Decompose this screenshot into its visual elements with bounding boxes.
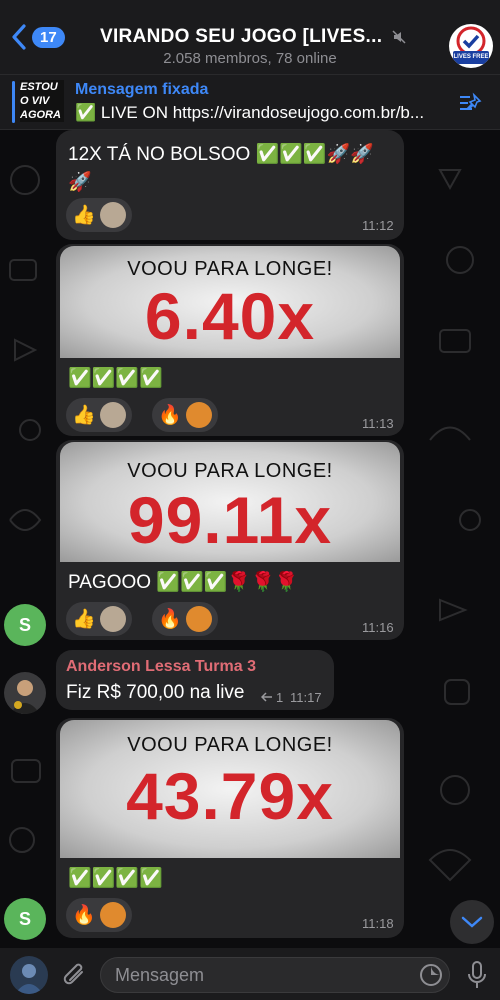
message-text: ✅✅✅✅ bbox=[68, 368, 163, 389]
reaction-emoji: 👍 bbox=[72, 609, 96, 630]
message-bubble[interactable]: Anderson Lessa Turma 3 Fiz R$ 700,00 na … bbox=[56, 650, 334, 710]
reaction-chip[interactable]: 👍 bbox=[66, 398, 132, 432]
chat-subtitle: 2.058 membros, 78 online bbox=[163, 50, 337, 67]
sender-avatar[interactable]: S bbox=[4, 604, 46, 646]
pinned-text: ✅ LIVE ON https://virandoseujogo.com.br/… bbox=[75, 103, 425, 122]
back-button[interactable]: 17 bbox=[8, 22, 65, 52]
message-text: Fiz R$ 700,00 na live bbox=[66, 682, 245, 703]
unread-count-badge: 17 bbox=[32, 26, 65, 48]
sticker-icon[interactable] bbox=[418, 962, 444, 988]
reply-icon bbox=[261, 692, 272, 702]
group-avatar-label: LIVES FREE bbox=[453, 54, 489, 60]
reaction-chip[interactable]: 🔥 bbox=[152, 398, 218, 432]
message-text: ✅✅✅✅ bbox=[68, 868, 163, 889]
pinned-message-bar[interactable]: ESTOU O VIV AGORA Mensagem fixada ✅ LIVE… bbox=[0, 74, 500, 130]
reaction-emoji: 🔥 bbox=[158, 405, 182, 426]
pinned-thumb-line: ESTOU bbox=[20, 81, 58, 93]
message-input[interactable] bbox=[100, 957, 450, 993]
microphone-icon[interactable] bbox=[466, 960, 488, 990]
message-bubble[interactable]: VOOU PARA LONGE! 99.11x PAGOOO ✅✅✅🌹🌹🌹 👍 … bbox=[56, 440, 404, 640]
reaction-emoji: 🔥 bbox=[158, 609, 182, 630]
reactor-avatar bbox=[99, 902, 126, 928]
media-multiplier: 99.11x bbox=[127, 483, 333, 557]
message-text: 12X TÁ NO BOLSOO ✅✅✅🚀🚀 bbox=[68, 144, 374, 165]
person-photo-icon bbox=[10, 680, 40, 714]
paperclip-icon[interactable] bbox=[62, 962, 88, 990]
chat-title: VIRANDO SEU JOGO [LIVES... bbox=[100, 26, 383, 47]
group-avatar[interactable]: LIVES FREE bbox=[449, 24, 493, 68]
reactor-avatar bbox=[99, 606, 126, 632]
media-multiplier: 43.79x bbox=[126, 759, 334, 833]
my-avatar[interactable] bbox=[10, 956, 48, 994]
pinned-list-icon[interactable] bbox=[458, 91, 484, 115]
media-image[interactable]: VOOU PARA LONGE! 99.11x bbox=[60, 442, 400, 562]
message-time: 11:17 bbox=[290, 690, 322, 705]
pinned-thumb-line: O VIV bbox=[20, 95, 50, 107]
reaction-emoji: 👍 bbox=[72, 205, 96, 226]
reaction-chip[interactable]: 👍 bbox=[66, 198, 132, 232]
media-title: VOOU PARA LONGE! bbox=[127, 460, 333, 482]
reaction-chip[interactable]: 🔥 bbox=[66, 898, 132, 932]
message-bubble[interactable]: VOOU PARA LONGE! 6.40x ✅✅✅✅ 👍 🔥 11:13 bbox=[56, 244, 404, 436]
reaction-emoji: 🔥 bbox=[72, 905, 96, 926]
message-time: 11:12 bbox=[362, 218, 394, 233]
message-bubble[interactable]: VOOU PARA LONGE! 43.79x ✅✅✅✅ 🔥 11:18 bbox=[56, 718, 404, 938]
reaction-chip[interactable]: 👍 bbox=[66, 602, 132, 636]
reaction-emoji: 👍 bbox=[72, 405, 96, 426]
reactor-avatar bbox=[99, 202, 126, 228]
message-text: PAGOOO ✅✅✅🌹🌹🌹 bbox=[68, 572, 299, 593]
sender-avatar[interactable]: S bbox=[4, 898, 46, 940]
pinned-thumb-line: AGORA bbox=[20, 109, 61, 121]
reaction-chip[interactable]: 🔥 bbox=[152, 602, 218, 636]
chevron-down-icon bbox=[461, 916, 483, 928]
user-avatar-icon bbox=[15, 964, 43, 994]
chat-header: 17 VIRANDO SEU JOGO [LIVES... 2.058 memb… bbox=[0, 0, 500, 74]
message-time: 11:13 bbox=[362, 416, 394, 431]
message-bubble[interactable]: 12X TÁ NO BOLSOO ✅✅✅🚀🚀 🚀 👍 11:12 bbox=[56, 130, 404, 240]
reply-count[interactable]: 1 bbox=[276, 690, 283, 705]
mute-icon bbox=[392, 30, 406, 44]
sender-avatar-photo[interactable] bbox=[4, 672, 46, 714]
chat-title-area[interactable]: VIRANDO SEU JOGO [LIVES... bbox=[100, 26, 406, 48]
scroll-down-button[interactable] bbox=[450, 900, 494, 944]
message-text-wrap: 🚀 bbox=[68, 172, 92, 193]
reactor-avatar bbox=[185, 606, 212, 632]
sender-name[interactable]: Anderson Lessa Turma 3 bbox=[66, 658, 256, 676]
pinned-indicator bbox=[12, 81, 15, 123]
chevron-left-icon bbox=[12, 24, 26, 50]
media-multiplier: 6.40x bbox=[144, 279, 316, 353]
pinned-thumbnail: ESTOU O VIV AGORA bbox=[20, 80, 64, 122]
media-title: VOOU PARA LONGE! bbox=[127, 734, 333, 756]
message-time: 11:18 bbox=[362, 916, 394, 931]
message-time: 11:16 bbox=[362, 620, 394, 635]
reactor-avatar bbox=[185, 402, 212, 428]
reactor-avatar bbox=[99, 402, 126, 428]
media-image[interactable]: VOOU PARA LONGE! 43.79x bbox=[60, 720, 400, 858]
media-image[interactable]: VOOU PARA LONGE! 6.40x bbox=[60, 246, 400, 358]
pinned-title: Mensagem fixada bbox=[75, 81, 209, 98]
